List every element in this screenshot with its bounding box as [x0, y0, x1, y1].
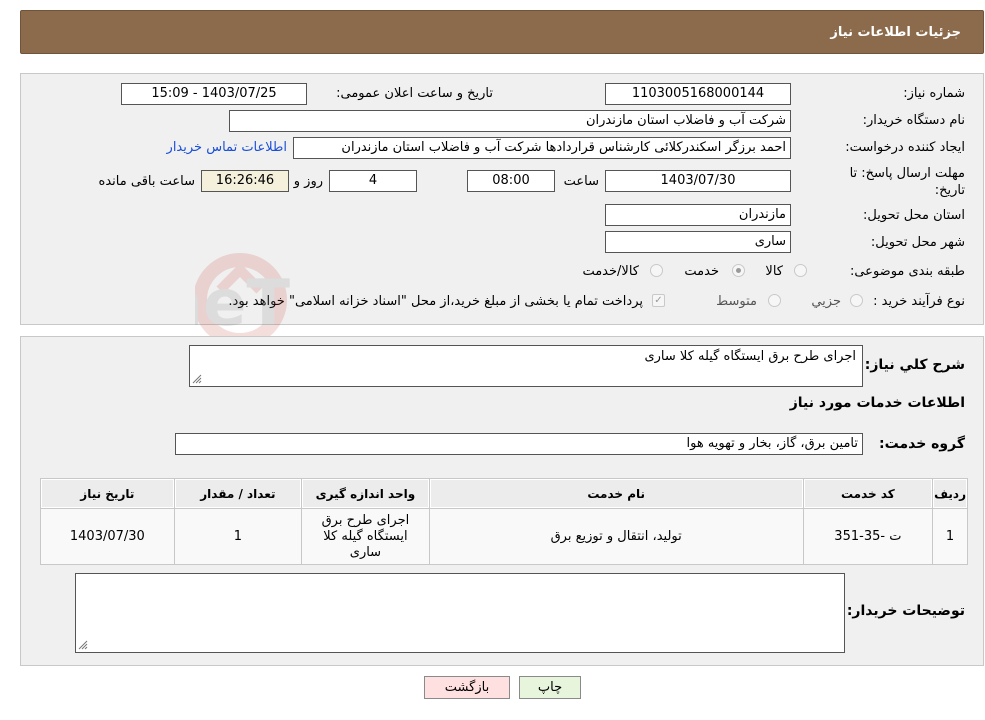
cell-service-name: تولید، انتقال و توزیع برق: [428, 508, 804, 565]
days-label: روز و: [293, 174, 323, 189]
requester-label: ایجاد کننده درخواست:: [845, 140, 965, 155]
category-radio-goods-service[interactable]: [650, 264, 663, 277]
col-unit: واحد اندازه گیری: [301, 478, 430, 509]
services-section-title: اطلاعات خدمات مورد نياز: [789, 395, 965, 411]
announce-datetime-field: 1403/07/25 - 15:09: [121, 83, 307, 105]
col-service-code: کد خدمت: [802, 478, 934, 509]
resize-grip-icon[interactable]: [78, 640, 88, 650]
services-table-header: ردیف کد خدمت نام خدمت واحد اندازه گیری ت…: [40, 478, 968, 509]
need-info-panel: شماره نیاز: 1103005168000144 تاریخ و ساع…: [20, 73, 984, 325]
category-radio-goods[interactable]: [794, 264, 807, 277]
buyer-notes-textarea[interactable]: [75, 573, 845, 653]
delivery-city-field: ساری: [605, 231, 791, 253]
buyer-contact-link[interactable]: اطلاعات تماس خریدار: [167, 140, 287, 155]
back-button[interactable]: بازگشت: [424, 676, 510, 699]
purchase-radio-minor[interactable]: [850, 294, 863, 307]
need-number-field: 1103005168000144: [605, 83, 791, 105]
description-text: اجرای طرح برق ایستگاه گیله کلا ساری: [644, 349, 856, 364]
announce-datetime-label: تاریخ و ساعت اعلان عمومی:: [336, 86, 493, 101]
buyer-org-field: شرکت آب و فاضلاب استان مازندران: [229, 110, 791, 132]
deadline-label-date: تاریخ:: [934, 183, 965, 198]
purchase-radio-medium[interactable]: [768, 294, 781, 307]
col-service-name: نام خدمت: [428, 478, 804, 509]
buyer-notes-label: توضیحات خریدار:: [846, 603, 965, 619]
purchase-option-minor: جزیي: [811, 294, 841, 309]
deadline-date-field: 1403/07/30: [605, 170, 791, 192]
delivery-province-field: مازندران: [605, 204, 791, 226]
category-option-service: خدمت: [684, 264, 719, 279]
cell-quantity: 1: [173, 508, 303, 565]
deadline-label: مهلت ارسال پاسخ: تا: [849, 166, 965, 181]
print-button[interactable]: چاپ: [519, 676, 581, 699]
category-option-goods: کالا: [765, 264, 783, 279]
remaining-days-field: 4: [329, 170, 417, 192]
cell-row-number: 1: [932, 508, 968, 565]
purchase-type-label: نوع فرآیند خرید :: [873, 294, 965, 309]
purchase-option-medium: متوسط: [716, 294, 757, 309]
delivery-city-label: شهر محل تحویل:: [870, 235, 965, 250]
description-textarea[interactable]: اجرای طرح برق ایستگاه گیله کلا ساری: [189, 345, 863, 387]
col-need-date: تاریخ نیاز: [40, 478, 175, 509]
treasury-payment-note: پرداخت تمام یا بخشی از مبلغ خرید،از محل …: [228, 294, 643, 309]
service-group-field: تامین برق، گاز، بخار و تهویه هوا: [175, 433, 863, 455]
category-label: طبقه بندی موضوعی:: [849, 264, 965, 279]
cell-need-date: 1403/07/30: [40, 508, 175, 565]
cell-service-code: ت -35-351: [802, 508, 934, 565]
treasury-payment-checkbox[interactable]: ✓: [652, 294, 665, 307]
requester-field: احمد برزگر اسکندرکلائی کارشناس قراردادها…: [293, 137, 791, 159]
deadline-time-field: 08:00: [467, 170, 555, 192]
buyer-org-label: نام دستگاه خریدار:: [862, 113, 965, 128]
service-group-label: گروه خدمت:: [879, 436, 965, 452]
col-row-number: ردیف: [932, 478, 968, 509]
col-quantity: تعداد / مقدار: [173, 478, 303, 509]
category-option-goods-service: کالا/خدمت: [582, 264, 639, 279]
remaining-time-label: ساعت باقی مانده: [98, 174, 195, 189]
services-table: ردیف کد خدمت نام خدمت واحد اندازه گیری ت…: [40, 478, 968, 565]
need-number-label: شماره نیاز:: [903, 86, 965, 101]
resize-grip-icon[interactable]: [192, 374, 202, 384]
page-title: جزئیات اطلاعات نیاز: [830, 24, 961, 40]
category-radio-service[interactable]: [732, 264, 745, 277]
table-row: 1 ت -35-351 تولید، انتقال و توزیع برق اج…: [40, 508, 968, 565]
delivery-province-label: استان محل تحویل:: [863, 208, 965, 223]
page-header: جزئیات اطلاعات نیاز: [20, 10, 984, 54]
need-details-panel: شرح کلي نياز: اجرای طرح برق ایستگاه گیله…: [20, 336, 984, 666]
deadline-time-label: ساعت: [563, 174, 599, 189]
description-label: شرح کلي نياز:: [864, 357, 965, 373]
cell-unit: اجرای طرح برق ایستگاه گیله کلا ساری: [301, 508, 430, 565]
remaining-time-field: 16:26:46: [201, 170, 289, 192]
